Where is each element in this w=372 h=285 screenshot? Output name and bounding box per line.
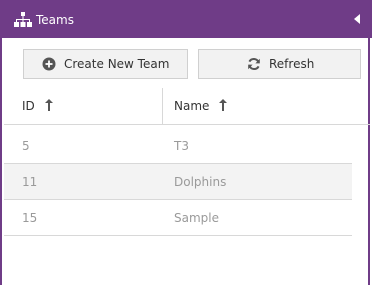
refresh-label: Refresh (269, 57, 315, 71)
refresh-icon (248, 57, 260, 71)
refresh-button[interactable]: Refresh (198, 49, 361, 79)
sort-up-icon (219, 99, 228, 111)
table-row[interactable]: 11 Dolphins (4, 164, 352, 200)
table-row[interactable]: 15 Sample (4, 200, 352, 236)
column-header-id[interactable]: ID (22, 88, 53, 124)
column-header-id-label: ID (22, 99, 35, 113)
cell-id: 11 (22, 175, 38, 189)
column-header-name[interactable]: Name (174, 88, 228, 124)
table-header: ID Name (4, 88, 370, 125)
cell-name: T3 (174, 139, 189, 153)
create-new-team-label: Create New Team (64, 57, 170, 71)
toolbar: Create New Team Refresh (2, 38, 372, 84)
triangle-left-icon[interactable] (354, 14, 360, 24)
create-new-team-button[interactable]: Create New Team (23, 49, 188, 79)
column-divider[interactable] (162, 88, 163, 124)
sort-up-icon (44, 99, 53, 111)
cell-id: 5 (22, 139, 30, 153)
panel-title: Teams (36, 13, 74, 27)
table-body: 5 T3 11 Dolphins 15 Sample (4, 128, 352, 236)
table-row[interactable]: 5 T3 (4, 128, 352, 164)
cell-name: Dolphins (174, 175, 227, 189)
cell-name: Sample (174, 211, 219, 225)
panel-header: Teams (2, 0, 372, 38)
teams-panel: Teams Create New Team Refresh ID Name 5 … (0, 0, 372, 285)
cell-id: 15 (22, 211, 38, 225)
plus-circle-icon (42, 57, 56, 71)
sitemap-icon (14, 12, 32, 27)
column-header-name-label: Name (174, 99, 210, 113)
